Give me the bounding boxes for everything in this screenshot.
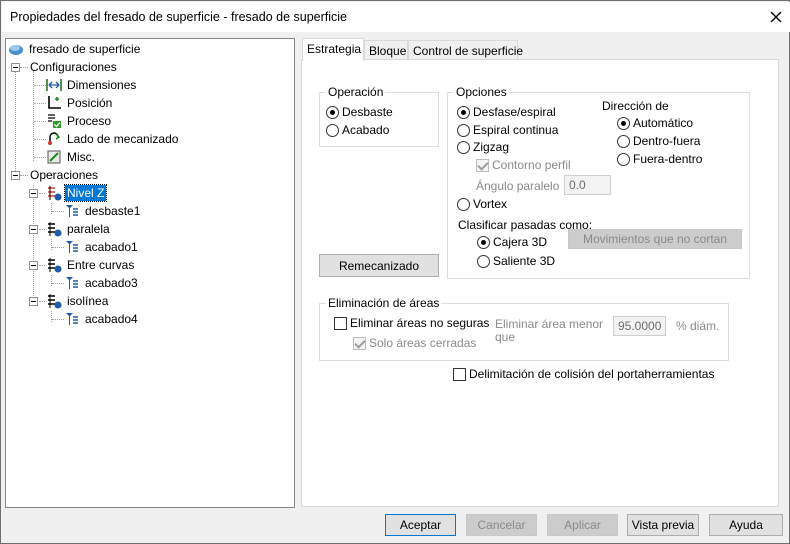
area-menor-input[interactable]: 95.0000 [613,316,666,336]
tree-item-desbaste1[interactable]: desbaste1 [64,202,142,220]
operations-tree[interactable]: fresado de superficie Configuraciones Di… [5,38,295,508]
tree-item-root[interactable]: fresado de superficie [8,40,142,58]
tree-item-isolinea[interactable]: isolínea [46,292,110,310]
tree-item-misc[interactable]: Misc. [46,148,97,166]
expander-entre-curvas[interactable] [29,261,38,270]
tree-item-acabado1[interactable]: acabado1 [64,238,140,256]
expander-isolinea[interactable] [29,297,38,306]
dimensions-icon [46,77,62,93]
tree-item-dimensiones[interactable]: Dimensiones [46,76,138,94]
radio-espiral-continua[interactable]: Espiral continua [457,123,558,137]
angulo-paralelo-label: Ángulo paralelo [476,179,560,193]
checkbox-eliminar-areas[interactable]: Eliminar áreas no seguras [334,316,489,330]
tree-item-proceso[interactable]: Proceso [46,112,113,130]
tab-control-superficie[interactable]: Control de superficie [408,40,523,60]
expander-nivel-z[interactable] [29,189,38,198]
radio-zigzag[interactable]: Zigzag [457,140,509,154]
isoline-operation-icon [46,293,62,309]
tree-label-root: fresado de superficie [29,42,141,56]
expander-operaciones[interactable] [11,171,20,180]
eliminar-area-menor-label: Eliminar área menor [495,317,604,331]
tree-item-operaciones[interactable]: Operaciones [28,166,100,184]
tree-item-acabado4[interactable]: acabado4 [64,310,140,328]
between-curves-operation-icon [46,257,62,273]
tree-item-lado-mecanizado[interactable]: Lado de mecanizado [46,130,180,148]
tool-icon [64,203,80,219]
movimientos-no-cortan-button[interactable]: Movimientos que no cortan [568,229,742,249]
angulo-paralelo-input[interactable]: 0.0 [564,175,611,195]
window-title: Propiedades del fresado de superficie - … [10,10,348,24]
tree-item-configuraciones[interactable]: Configuraciones [28,58,119,76]
checkbox-delimitacion-colision[interactable]: Delimitación de colisión del portaherram… [453,367,714,381]
radio-vortex[interactable]: Vortex [457,197,507,211]
tool-icon [64,311,80,327]
tree-item-paralela[interactable]: paralela [46,220,112,238]
tree-item-entre-curvas[interactable]: Entre curvas [46,256,136,274]
tab-panel-estrategia: Operación Desbaste Acabado Remecanizado … [301,59,779,507]
tree-label-nivel-z: Nivel Z [63,184,108,202]
percent-diam-label: % diám. [676,319,720,333]
process-icon [46,113,62,129]
tool-icon [64,275,80,291]
group-eliminacion-areas: Eliminación de áreas Eliminar áreas no s… [319,296,729,361]
radio-dentro-fuera[interactable]: Dentro-fuera [617,134,700,148]
remecanizado-button[interactable]: Remecanizado [319,254,439,277]
apply-button[interactable]: Aplicar [547,514,618,536]
tree-item-acabado3[interactable]: acabado3 [64,274,140,292]
tab-bloque[interactable]: Bloque [364,40,408,60]
radio-fuera-dentro[interactable]: Fuera-dentro [617,152,702,166]
close-button[interactable] [764,5,788,29]
expander-configuraciones[interactable] [11,63,20,72]
help-button[interactable]: Ayuda [709,514,783,536]
tool-icon [64,239,80,255]
direccion-label: Dirección de [602,99,669,113]
surface-milling-icon [8,41,24,57]
expander-paralela[interactable] [29,225,38,234]
misc-icon [46,149,62,165]
group-opciones: Opciones Desfase/espiral Espiral continu… [447,85,750,279]
parallel-operation-icon [46,221,62,237]
cancel-button[interactable]: Cancelar [466,514,537,536]
radio-desfase-espiral[interactable]: Desfase/espiral [457,105,556,119]
title-bar: Propiedades del fresado de superficie - … [2,2,790,32]
tree-item-posicion[interactable]: Posición [46,94,114,112]
preview-button[interactable]: Vista previa [627,514,699,536]
radio-cajera-3d[interactable]: Cajera 3D [477,235,547,249]
tab-estrategia[interactable]: Estrategia [302,38,364,61]
radio-acabado[interactable]: Acabado [326,123,389,137]
eliminar-area-menor-label-2: que [495,330,516,344]
machining-side-icon [46,131,62,147]
group-operacion: Operación Desbaste Acabado [319,85,439,147]
radio-desbaste[interactable]: Desbaste [326,105,393,119]
checkbox-solo-areas-cerradas[interactable]: Solo áreas cerradas [353,336,476,350]
accept-button[interactable]: Aceptar [385,514,456,536]
z-level-operation-icon [46,185,62,201]
checkbox-contorno-perfil[interactable]: Contorno perfil [476,158,571,172]
tree-item-nivel-z[interactable]: Nivel Z [46,184,108,202]
radio-saliente-3d[interactable]: Saliente 3D [477,254,555,268]
radio-automatico[interactable]: Automático [617,116,693,130]
close-icon [770,11,782,23]
position-icon [46,95,62,111]
